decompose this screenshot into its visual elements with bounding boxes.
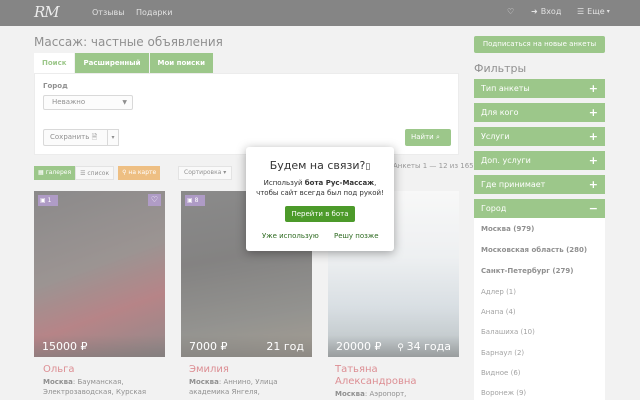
go-to-bot-button[interactable]: Перейти в бота	[285, 206, 355, 222]
decide-later-link[interactable]: Решу позже	[334, 232, 379, 240]
bot-promo-dialog: Будем на связи?▯ Используй бота Рус-Масс…	[246, 147, 394, 251]
already-use-link[interactable]: Уже использую	[262, 232, 319, 240]
emoji-icon: ▯	[365, 162, 371, 172]
dialog-title: Будем на связи?▯	[269, 159, 371, 172]
dialog-message: Используй бота Рус-Массаж, чтобы сайт все…	[256, 179, 384, 197]
